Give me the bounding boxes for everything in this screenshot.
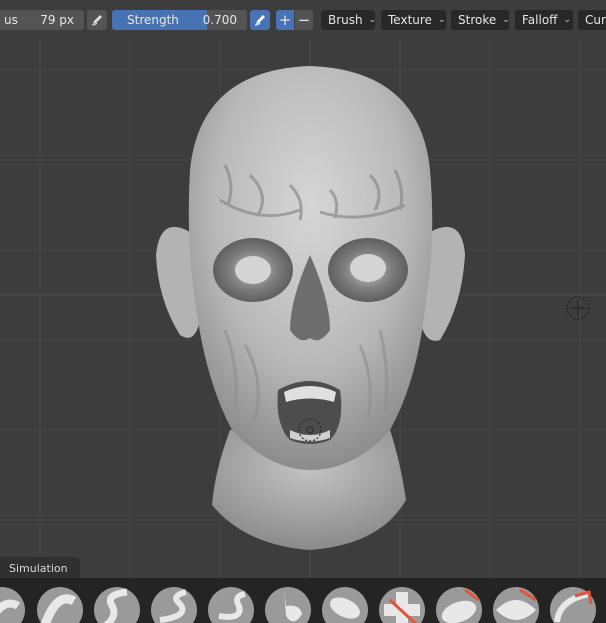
brush-dropdown-label: Brush <box>328 13 363 27</box>
falloff-dropdown[interactable]: Falloff ⌄ <box>515 10 573 30</box>
brush-asset-shelf <box>0 578 606 623</box>
3d-cursor-icon <box>566 296 590 320</box>
brush-thumbnail[interactable] <box>549 586 597 623</box>
curve-dropdown[interactable]: Cur <box>578 10 606 30</box>
brush-thumbnail[interactable] <box>0 586 26 623</box>
chevron-down-icon: ⌄ <box>437 15 446 25</box>
brush-thumbnail[interactable] <box>378 586 426 623</box>
tab-simulation[interactable]: Simulation <box>0 557 80 579</box>
brush-thumbnail[interactable] <box>492 586 540 623</box>
brush-thumbnail[interactable] <box>150 586 198 623</box>
falloff-dropdown-label: Falloff <box>522 13 558 27</box>
chevron-down-icon: ⌄ <box>502 15 510 25</box>
texture-dropdown[interactable]: Texture ⌄ <box>381 10 446 30</box>
brush-dropdown[interactable]: Brush ⌄ <box>321 10 377 30</box>
radius-label: us <box>4 13 18 27</box>
brush-thumbnail[interactable] <box>93 586 141 623</box>
brush-thumbnail[interactable] <box>36 586 84 623</box>
strength-label: Strength <box>127 13 179 27</box>
stroke-dropdown-label: Stroke <box>458 13 497 27</box>
texture-dropdown-label: Texture <box>388 13 432 27</box>
brush-thumbnail[interactable] <box>435 586 483 623</box>
brush-thumbnail[interactable] <box>207 586 255 623</box>
viewport-canvas <box>0 40 606 578</box>
chevron-down-icon: ⌄ <box>368 15 377 25</box>
radius-pressure-button[interactable] <box>87 10 107 30</box>
strength-value: 0.700 <box>202 13 237 27</box>
subtract-mode-button[interactable]: − <box>295 10 313 30</box>
header-toolbar: us 79 px Strength 0.700 + − Brush ⌄ Text… <box>0 0 606 40</box>
plus-icon: + <box>278 11 292 29</box>
radius-value: 79 px <box>40 13 74 27</box>
chevron-down-icon: ⌄ <box>563 15 571 25</box>
pen-pressure-icon <box>91 15 102 26</box>
strength-pressure-button[interactable] <box>250 10 270 30</box>
curve-dropdown-label: Cur <box>585 13 606 27</box>
minus-icon: − <box>297 11 311 29</box>
tab-simulation-label: Simulation <box>9 561 68 575</box>
stroke-dropdown[interactable]: Stroke ⌄ <box>451 10 510 30</box>
add-mode-button[interactable]: + <box>276 10 294 30</box>
strength-slider[interactable]: Strength 0.700 <box>112 10 247 30</box>
brush-thumbnail[interactable] <box>264 586 312 623</box>
pen-pressure-icon <box>254 15 265 26</box>
brush-thumbnail[interactable] <box>321 586 369 623</box>
radius-field[interactable]: us 79 px <box>0 10 84 30</box>
3d-viewport[interactable] <box>0 40 606 578</box>
